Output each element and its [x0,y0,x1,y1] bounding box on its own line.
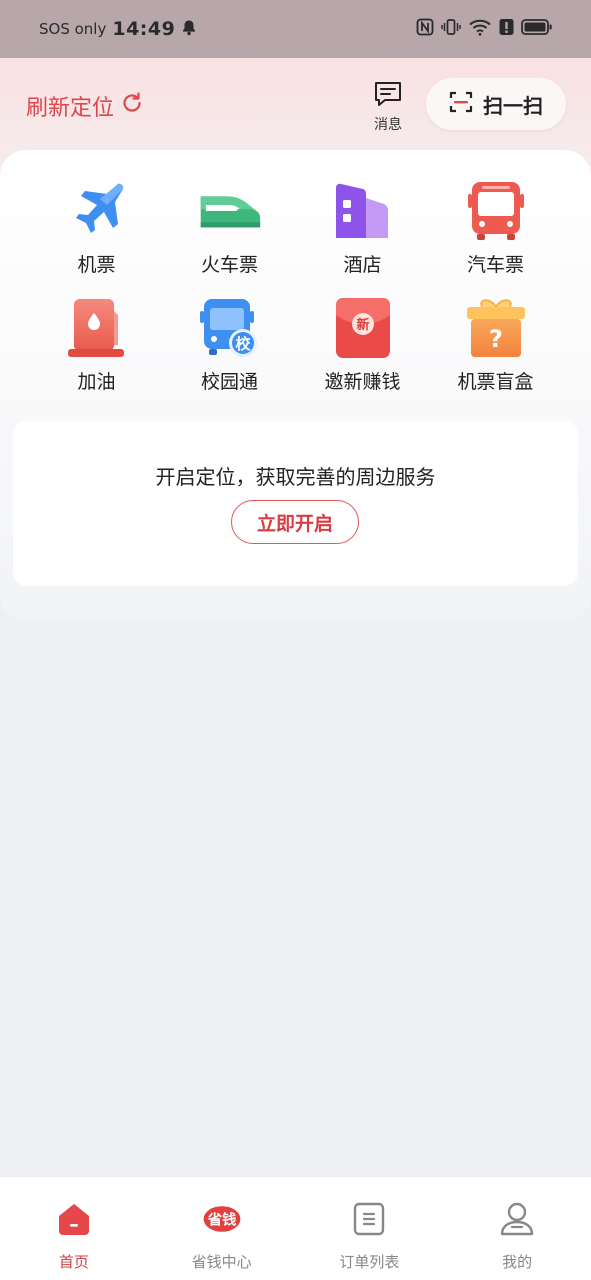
location-prompt-text: 开启定位，获取完善的周边服务 [155,465,436,489]
hotel-icon [332,180,394,242]
tab-label: 首页 [58,1253,89,1271]
service-label: 邀新赚钱 [324,371,401,393]
tab-home[interactable]: 首页 [0,1177,148,1280]
battery-icon [521,18,553,40]
bell-icon [181,19,197,40]
invite-badge-text: 新 [356,317,369,333]
service-label: 校园通 [200,371,258,393]
airplane-icon [66,180,128,242]
bus-icon [465,180,527,242]
tab-label: 省钱中心 [191,1253,252,1271]
save-money-badge-text: 省钱 [206,1211,236,1229]
refresh-location-button[interactable]: 刷新定位 [26,90,144,122]
nfc-icon [416,18,434,40]
service-hotel[interactable]: 酒店 [296,180,429,277]
service-label: 加油 [77,371,116,393]
fuel-icon [66,297,128,359]
header: 刷新定位 消息 扫一扫 [0,58,591,150]
profile-icon [497,1199,537,1239]
campus-badge-text: 校 [235,335,251,353]
red-envelope-icon: 新 [332,297,394,359]
service-label: 机票盲盒 [457,371,534,393]
tab-label: 订单列表 [339,1253,400,1271]
service-label: 机票 [77,254,116,276]
train-icon [199,180,261,242]
school-bus-icon: 校 [199,297,261,359]
tab-save-money[interactable]: 省钱 省钱中心 [148,1177,296,1280]
message-icon [373,80,403,112]
home-icon [54,1199,94,1239]
service-invite[interactable]: 新 邀新赚钱 [296,297,429,394]
tab-profile[interactable]: 我的 [443,1177,591,1280]
service-label: 酒店 [343,254,382,276]
service-fuel[interactable]: 加油 [30,297,163,394]
bottom-tab-bar: 首页 省钱 省钱中心 订单列表 我的 [0,1176,591,1280]
mystery-badge-text: ? [489,325,503,353]
vibrate-icon [441,18,461,40]
service-campus[interactable]: 校 校园通 [163,297,296,394]
status-bar: SOS only 14:49 [0,0,591,58]
carrier-text: SOS only [39,20,107,38]
clock: 14:49 [112,18,176,40]
order-list-icon [349,1199,389,1239]
message-label: 消息 [374,117,402,133]
tab-label: 我的 [502,1253,533,1271]
refresh-icon [120,91,144,121]
status-left: SOS only 14:49 [39,18,197,40]
enable-location-button[interactable]: 立即开启 [231,500,359,544]
tab-orders[interactable]: 订单列表 [296,1177,444,1280]
alert-icon [499,18,514,40]
service-mystery-box[interactable]: ? 机票盲盒 [429,297,562,394]
wifi-icon [468,18,492,40]
service-label: 火车票 [200,254,258,276]
mystery-box-icon: ? [465,297,527,359]
service-train[interactable]: 火车票 [163,180,296,277]
location-prompt: 开启定位，获取完善的周边服务 立即开启 [13,421,578,586]
refresh-location-label: 刷新定位 [26,96,115,121]
service-bus[interactable]: 汽车票 [429,180,562,277]
message-button[interactable]: 消息 [368,80,408,134]
service-flight[interactable]: 机票 [30,180,163,277]
scan-button[interactable]: 扫一扫 [426,78,566,130]
services-card: 机票 火车票 酒店 汽车票 加油 校 校园通 新 邀新赚钱 ? 机票盲盒 开启定… [0,150,591,620]
service-grid: 机票 火车票 酒店 汽车票 加油 校 校园通 新 邀新赚钱 ? 机票盲盒 [30,180,562,394]
scan-icon [449,90,473,118]
service-label: 汽车票 [466,254,524,276]
save-money-icon: 省钱 [202,1199,242,1239]
status-right [416,18,553,40]
scan-label: 扫一扫 [483,93,543,118]
